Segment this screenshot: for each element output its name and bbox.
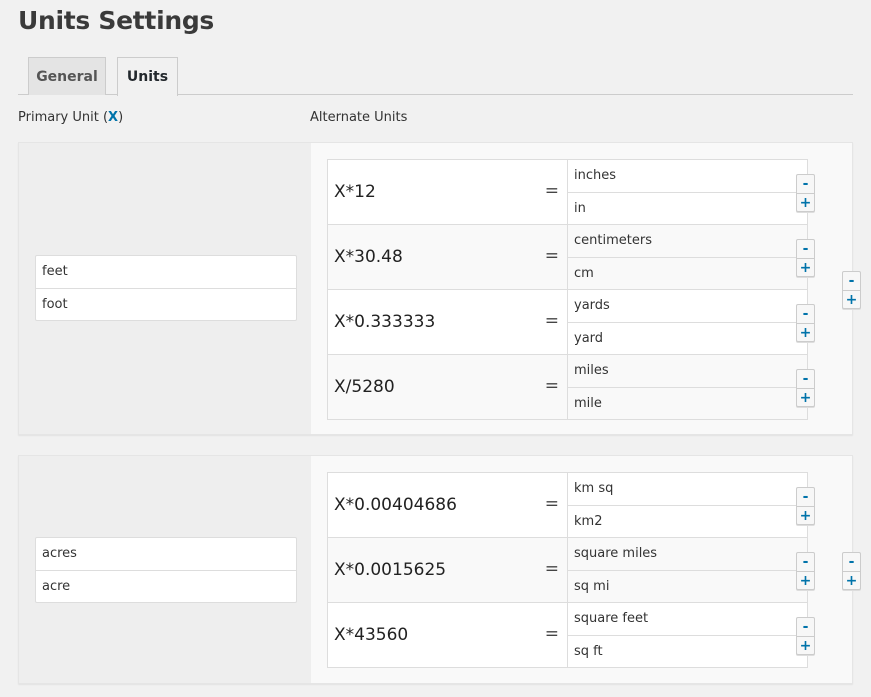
equals-sign: = <box>544 311 559 331</box>
add-alternate-button[interactable]: + <box>797 323 814 341</box>
primary-unit-names: feet foot <box>35 255 297 321</box>
conversion-formula[interactable]: X*0.0015625 = <box>328 538 568 602</box>
equals-sign: = <box>544 494 559 514</box>
add-group-button[interactable]: + <box>843 290 860 308</box>
alternate-unit-row: X*30.48 = centimeters cm <box>328 224 807 289</box>
unit-group-controls: - + <box>842 552 861 590</box>
alternate-unit-row: X*0.0015625 = square miles sq mi <box>328 537 807 602</box>
remove-alternate-button[interactable]: - <box>797 370 814 388</box>
formula-text: X*0.0015625 <box>334 560 447 580</box>
alternate-unit-name[interactable]: yards <box>568 290 807 322</box>
alternate-row-controls: - + <box>796 369 815 407</box>
alternate-unit-names: square miles sq mi <box>568 538 807 602</box>
remove-alternate-button[interactable]: - <box>797 240 814 258</box>
remove-group-button[interactable]: - <box>843 272 860 290</box>
alternate-row-controls: - + <box>796 552 815 590</box>
equals-sign: = <box>544 559 559 579</box>
alternate-unit-name[interactable]: inches <box>568 160 807 192</box>
primary-unit-variable: X <box>108 110 119 125</box>
tab-general[interactable]: General <box>28 57 106 95</box>
primary-unit-names: acres acre <box>35 537 297 603</box>
alternate-units-table: X*0.00404686 = km sq km2 X*0.0015625 = squ… <box>327 472 808 668</box>
remove-alternate-button[interactable]: - <box>797 618 814 636</box>
formula-text: X/5280 <box>334 377 395 397</box>
add-alternate-button[interactable]: + <box>797 636 814 654</box>
formula-text: X*0.00404686 <box>334 495 457 515</box>
remove-group-button[interactable]: - <box>843 553 860 571</box>
alternate-row-controls: - + <box>796 487 815 525</box>
formula-text: X*43560 <box>334 625 409 645</box>
alternate-units-table: X*12 = inches in X*30.48 = centimeters cm … <box>327 159 808 420</box>
equals-sign: = <box>544 181 559 201</box>
alternate-units-heading: Alternate Units <box>310 110 408 125</box>
tab-bar: General Units <box>18 57 853 96</box>
alternate-unit-row: X*12 = inches in <box>328 159 807 224</box>
alternate-unit-name[interactable]: yard <box>568 321 807 355</box>
page-title: Units Settings <box>18 6 215 35</box>
alternate-unit-names: km sq km2 <box>568 473 807 537</box>
conversion-formula[interactable]: X/5280 = <box>328 355 568 419</box>
conversion-formula[interactable]: X*43560 = <box>328 603 568 667</box>
tab-units[interactable]: Units <box>117 57 178 96</box>
primary-unit-heading: Primary Unit (X) <box>18 110 123 125</box>
alternate-unit-name[interactable]: sq mi <box>568 569 807 603</box>
alternate-unit-name[interactable]: square miles <box>568 538 807 570</box>
equals-sign: = <box>544 246 559 266</box>
alternate-row-controls: - + <box>796 174 815 212</box>
unit-group-feet: feet foot X*12 = inches in X*30.48 = centi… <box>18 142 861 435</box>
alternate-row-controls: - + <box>796 239 815 277</box>
unit-group-acres: acres acre X*0.00404686 = km sq km2 X*0.0… <box>18 455 861 684</box>
formula-text: X*30.48 <box>334 247 403 267</box>
remove-alternate-button[interactable]: - <box>797 175 814 193</box>
add-alternate-button[interactable]: + <box>797 506 814 524</box>
alternate-unit-names: yards yard <box>568 290 807 354</box>
alternate-unit-row: X*0.333333 = yards yard <box>328 289 807 354</box>
primary-unit-label-suffix: ) <box>118 110 124 125</box>
alternate-unit-name[interactable]: sq ft <box>568 634 807 668</box>
conversion-formula[interactable]: X*30.48 = <box>328 225 568 289</box>
alternate-unit-name[interactable]: km2 <box>568 504 807 538</box>
remove-alternate-button[interactable]: - <box>797 553 814 571</box>
conversion-formula[interactable]: X*12 = <box>328 160 568 224</box>
unit-group-controls: - + <box>842 271 861 309</box>
alternate-unit-names: centimeters cm <box>568 225 807 289</box>
alternate-unit-names: miles mile <box>568 355 807 419</box>
formula-text: X*12 <box>334 182 376 202</box>
conversion-formula[interactable]: X*0.00404686 = <box>328 473 568 537</box>
alternate-unit-name[interactable]: km sq <box>568 473 807 505</box>
primary-unit-name[interactable]: feet <box>36 256 296 288</box>
add-alternate-button[interactable]: + <box>797 571 814 589</box>
alternate-unit-name[interactable]: square feet <box>568 603 807 635</box>
alternate-unit-row: X*0.00404686 = km sq km2 <box>328 472 807 537</box>
alternate-unit-name[interactable]: miles <box>568 355 807 387</box>
alternate-unit-name[interactable]: cm <box>568 256 807 290</box>
primary-unit-name[interactable]: foot <box>36 288 296 320</box>
alternate-unit-name[interactable]: centimeters <box>568 225 807 257</box>
formula-text: X*0.333333 <box>334 312 436 332</box>
alternate-unit-name[interactable]: mile <box>568 386 807 420</box>
alternate-unit-names: inches in <box>568 160 807 224</box>
alternate-row-controls: - + <box>796 617 815 655</box>
add-group-button[interactable]: + <box>843 571 860 589</box>
alternate-row-controls: - + <box>796 304 815 342</box>
add-alternate-button[interactable]: + <box>797 258 814 276</box>
primary-unit-name[interactable]: acre <box>36 570 296 602</box>
add-alternate-button[interactable]: + <box>797 193 814 211</box>
primary-unit-name[interactable]: acres <box>36 538 296 570</box>
alternate-unit-row: X*43560 = square feet sq ft <box>328 602 807 667</box>
conversion-formula[interactable]: X*0.333333 = <box>328 290 568 354</box>
equals-sign: = <box>544 376 559 396</box>
alternate-unit-name[interactable]: in <box>568 191 807 225</box>
alternate-unit-names: square feet sq ft <box>568 603 807 667</box>
remove-alternate-button[interactable]: - <box>797 488 814 506</box>
add-alternate-button[interactable]: + <box>797 388 814 406</box>
alternate-unit-row: X/5280 = miles mile <box>328 354 807 419</box>
equals-sign: = <box>544 624 559 644</box>
primary-unit-label: Primary Unit ( <box>18 110 109 125</box>
remove-alternate-button[interactable]: - <box>797 305 814 323</box>
